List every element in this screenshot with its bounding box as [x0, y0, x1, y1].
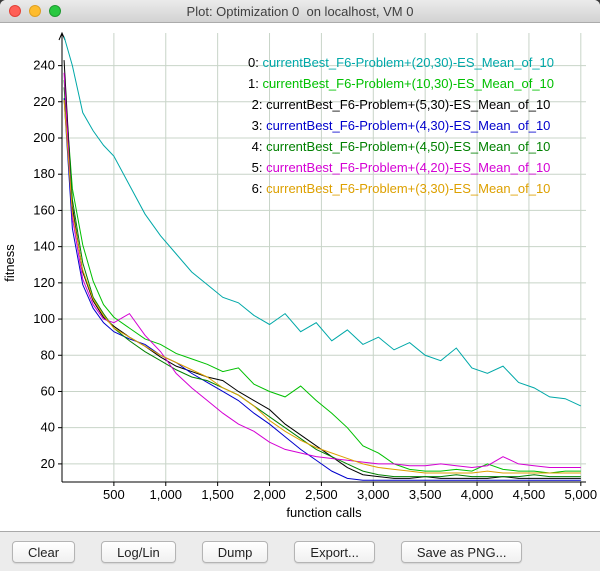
traffic-lights	[9, 5, 61, 17]
x-axis-label: function calls	[286, 505, 362, 520]
svg-text:500: 500	[103, 487, 125, 502]
y-axis-label: fitness	[2, 244, 17, 282]
svg-text:240: 240	[33, 58, 55, 73]
svg-text:2,000: 2,000	[253, 487, 286, 502]
export-button[interactable]: Export...	[294, 541, 374, 563]
svg-text:140: 140	[33, 239, 55, 254]
series-line-1	[64, 80, 581, 473]
series-line-2	[64, 60, 581, 478]
series-line-5	[64, 73, 581, 468]
grid-lines	[62, 33, 586, 482]
series-line-6	[64, 100, 581, 473]
svg-text:4,000: 4,000	[461, 487, 494, 502]
svg-text:80: 80	[41, 347, 55, 362]
plot-area: 20 40 60 80 100 120 140 160 180 200 220 240 500 1,000…	[0, 23, 600, 531]
series-line-3	[64, 98, 581, 480]
series-line-4	[64, 87, 581, 476]
title-bar: Plot: Optimization 0 on localhost, VM 0	[0, 0, 600, 23]
svg-text:40: 40	[41, 420, 55, 435]
close-button[interactable]	[9, 5, 21, 17]
minimize-button[interactable]	[29, 5, 41, 17]
svg-text:4,500: 4,500	[513, 487, 546, 502]
series-line-0	[64, 37, 581, 406]
svg-text:100: 100	[33, 311, 55, 326]
svg-text:60: 60	[41, 383, 55, 398]
svg-text:20: 20	[41, 456, 55, 471]
svg-text:160: 160	[33, 202, 55, 217]
svg-text:220: 220	[33, 94, 55, 109]
svg-text:180: 180	[33, 166, 55, 181]
dump-button[interactable]: Dump	[202, 541, 269, 563]
loglin-button[interactable]: Log/Lin	[101, 541, 176, 563]
svg-text:120: 120	[33, 275, 55, 290]
series-lines	[64, 37, 581, 481]
window-title: Plot: Optimization 0 on localhost, VM 0	[187, 4, 414, 19]
svg-text:3,500: 3,500	[409, 487, 442, 502]
axes	[59, 33, 586, 482]
button-bar: Clear Log/Lin Dump Export... Save as PNG…	[0, 531, 600, 571]
svg-text:3,000: 3,000	[357, 487, 390, 502]
zoom-button[interactable]	[49, 5, 61, 17]
clear-button[interactable]: Clear	[12, 541, 75, 563]
plot-panel: 20 40 60 80 100 120 140 160 180 200 220 240 500 1,000…	[0, 23, 600, 531]
svg-text:2,500: 2,500	[305, 487, 338, 502]
plot-window: Plot: Optimization 0 on localhost, VM 0 …	[0, 0, 600, 571]
svg-text:1,500: 1,500	[201, 487, 234, 502]
tick-labels: 20 40 60 80 100 120 140 160 180 200 220 240 500 1,000…	[33, 58, 597, 502]
save-png-button[interactable]: Save as PNG...	[401, 541, 523, 563]
svg-text:5,000: 5,000	[565, 487, 598, 502]
svg-text:1,000: 1,000	[149, 487, 182, 502]
svg-text:200: 200	[33, 130, 55, 145]
